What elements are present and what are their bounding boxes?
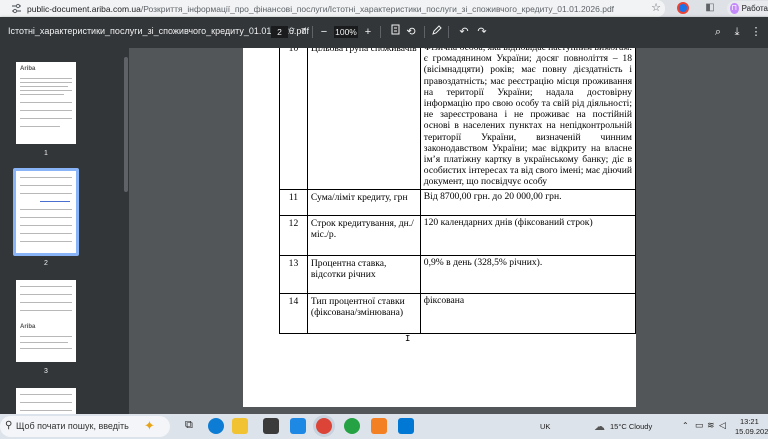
search-icon: ⚲ [5,420,13,431]
search-icon[interactable]: ⌕ [711,24,725,40]
volume-icon[interactable]: ◁ [719,420,726,431]
toolbar-divider [424,26,425,38]
pdf-page: 10 Цільова група споживачів Фізична особ… [243,48,637,407]
thumbnail-label: 3 [44,368,48,375]
characteristics-table: 10 Цільова група споживачів Фізична особ… [279,48,637,334]
toolbar-divider [312,26,313,38]
app-icon[interactable] [371,418,387,434]
search-placeholder: Щоб почати пошук, введіть [16,421,129,431]
site-info-icon[interactable] [10,3,22,15]
table-row: 14 Тип процентної ставки (фіксована/змін… [279,292,637,334]
redo-icon[interactable]: ↷ [475,24,489,40]
fit-page-icon[interactable] [388,24,402,40]
more-options-icon[interactable]: ⋮ [749,24,763,40]
row-name: Процентна ставка, відсотки річних [306,254,421,294]
page-separator: / [292,26,295,36]
bookmark-star-icon[interactable]: ☆ [650,2,662,14]
chevron-up-icon[interactable]: ⌃ [682,421,689,430]
zoom-input[interactable]: 100% [334,26,358,38]
row-name: Сума/ліміт кредиту, грн [306,188,421,216]
language-indicator[interactable]: UK [540,422,550,431]
chrome-icon[interactable] [316,418,332,434]
toolbar-divider [448,26,449,38]
url-path: /Розкриття_інформації_про_фінансові_посл… [140,3,615,14]
app-icon[interactable] [398,418,414,434]
table-row: 10 Цільова група споживачів Фізична особ… [279,48,637,190]
table-row: 11 Сума/ліміт кредиту, грн Від 8700,00 г… [279,188,637,216]
row-number: 14 [279,292,308,334]
pdf-viewer: 10 Цільова група споживачів Фізична особ… [129,48,768,414]
page-number-input[interactable]: 2 [271,26,288,38]
row-description: 0,9% в день (328,5% річних). [419,254,637,294]
network-icon[interactable]: ▭ [695,420,704,431]
zoom-out-icon[interactable]: − [317,24,331,40]
task-view-icon[interactable]: ⧉ [185,419,193,432]
profile-label: Работа [741,4,768,13]
table-row: 13 Процентна ставка, відсотки річних 0,9… [279,254,637,294]
profile-button[interactable]: П Работа [727,1,768,16]
thumbnail-label: 1 [44,150,48,157]
weather-text[interactable]: 15°C Cloudy [610,422,652,431]
page-thumbnail-selected[interactable] [16,171,76,253]
cloud-icon: ☁ [594,421,605,433]
page-thumbnail[interactable]: Ariba [16,62,76,144]
whatsapp-icon[interactable] [344,418,360,434]
rotate-icon[interactable]: ⟲ [404,24,418,40]
annotate-icon[interactable] [430,24,444,40]
sidebar-scrollbar[interactable] [124,57,128,192]
url-text[interactable]: public-document.ariba.com.ua/Розкриття_і… [27,4,614,14]
zoom-in-icon[interactable]: + [361,24,375,40]
undo-icon[interactable]: ↶ [457,24,471,40]
table-row: 12 Строк кредитування, дн./міс./р. 120 к… [279,214,637,256]
row-name: Строк кредитування, дн./міс./р. [306,214,421,256]
extensions-puzzle-icon[interactable]: ◧ [704,2,716,14]
thumbnail-logo: Ariba [20,324,36,330]
url-host: public-document.ariba.com.ua [27,3,141,14]
browser-toolbar: public-document.ariba.com.ua/Розкриття_і… [0,0,768,17]
row-description: 120 календарних днів (фіксований строк) [419,214,637,256]
row-number: 11 [279,188,308,216]
extension-icon[interactable] [677,2,689,14]
row-description: фіксована [419,292,637,334]
row-number: 12 [279,214,308,256]
row-number: 13 [279,254,308,294]
edge-icon[interactable] [208,418,224,434]
mail-icon[interactable] [290,418,306,434]
download-icon[interactable]: ⤓ [730,24,744,40]
copilot-icon[interactable]: ✦ [144,418,155,434]
address-bar[interactable]: public-document.ariba.com.ua/Розкриття_і… [0,0,665,17]
pdf-title: Істотні_характеристики_послуги_зі_спожив… [8,26,309,36]
store-icon[interactable] [263,418,279,434]
page-thumbnail[interactable] [16,388,76,414]
row-description: Фізична особа, яка відповідає наступним … [419,48,637,190]
clock-time[interactable]: 13:21 [740,417,759,426]
row-number: 10 [279,48,308,190]
text-cursor-icon: I [405,334,411,344]
clock-date[interactable]: 15.09.2026 [735,427,768,436]
thumbnail-logo: Ariba [20,66,36,72]
file-explorer-icon[interactable] [232,418,248,434]
row-description: Від 8700,00 грн. до 20 000,00 грн. [419,188,637,216]
taskbar: ⚲ Щоб почати пошук, введіть ✦ ⧉ UK ☁ 15°… [0,414,768,439]
toolbar-divider [380,26,381,38]
thumbnail-sidebar: Ariba 1 2 Ariba 3 [0,48,124,414]
thumbnail-label: 2 [44,260,48,267]
avatar: П [730,3,739,14]
pdf-toolbar: Істотні_характеристики_послуги_зі_спожив… [0,17,768,48]
wifi-icon[interactable]: ≋ [707,420,715,431]
page-total: 7 [301,26,306,36]
page-thumbnail[interactable]: Ariba [16,280,76,362]
row-name: Тип процентної ставки (фіксована/змінюва… [306,292,421,334]
row-name: Цільова група споживачів [306,48,421,190]
